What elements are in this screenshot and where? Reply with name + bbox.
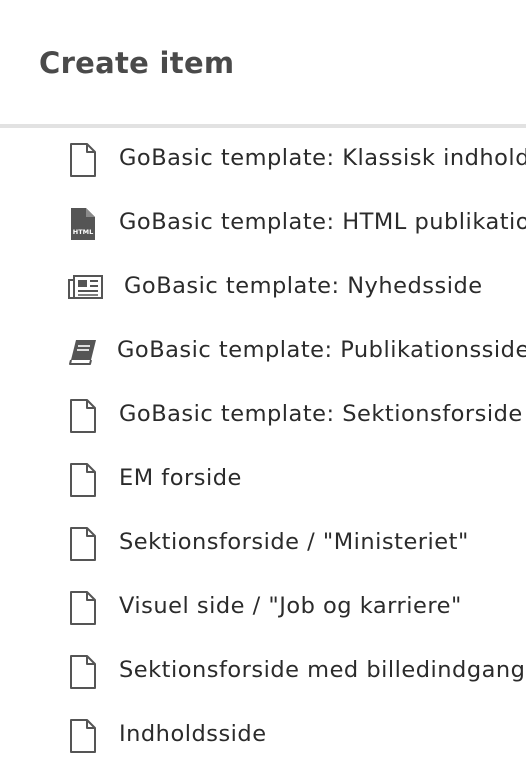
dialog-header: Create item (0, 0, 526, 124)
list-item-label: Visuel side / "Job og karriere" (119, 593, 462, 619)
book-icon (66, 334, 100, 370)
list-item-label: GoBasic template: Klassisk indholdsside (119, 145, 526, 171)
item-type-list: GoBasic template: Klassisk indholdsside … (0, 128, 526, 782)
list-item-indholdsside[interactable]: Indholdsside (0, 704, 526, 768)
list-item-sektionsforside[interactable]: GoBasic template: Sektionsforside (0, 384, 526, 448)
list-item-sektionsforside-ministeriet[interactable]: Sektionsforside / "Ministeriet" (0, 512, 526, 576)
list-item-label: GoBasic template: Nyhedsside (124, 273, 483, 299)
list-item-html-publikation[interactable]: HTML GoBasic template: HTML publikation (0, 192, 526, 256)
list-item-label: GoBasic template: Publikationsside (117, 337, 526, 363)
list-item-label: EM forside (119, 465, 242, 491)
html-file-icon: HTML (66, 206, 100, 242)
list-item-visuel-side[interactable]: Visuel side / "Job og karriere" (0, 576, 526, 640)
list-item-label: Indholdsside (119, 721, 267, 747)
list-item-label: Sektionsforside med billedindgange (119, 657, 526, 683)
document-icon (66, 590, 100, 626)
list-item-nyhedsside[interactable]: GoBasic template: Nyhedsside (0, 256, 526, 320)
list-item-em-forside[interactable]: EM forside (0, 448, 526, 512)
list-item-label: GoBasic template: HTML publikation (119, 209, 526, 235)
list-item-sektionsforside-billedindgange[interactable]: Sektionsforside med billedindgange (0, 640, 526, 704)
document-icon (66, 398, 100, 434)
html-icon-text: HTML (73, 228, 93, 236)
document-icon (66, 142, 100, 178)
list-item-label: GoBasic template: Sektionsforside (119, 401, 523, 427)
list-item-publikationsside[interactable]: GoBasic template: Publikationsside (0, 320, 526, 384)
document-icon (66, 462, 100, 498)
dialog-title: Create item (39, 46, 235, 80)
list-item-klassisk-indholdsside[interactable]: GoBasic template: Klassisk indholdsside (0, 128, 526, 192)
document-icon (66, 718, 100, 754)
newspaper-icon (66, 270, 103, 306)
document-icon (66, 526, 100, 562)
document-icon (66, 654, 100, 690)
list-item-label: Sektionsforside / "Ministeriet" (119, 529, 469, 555)
